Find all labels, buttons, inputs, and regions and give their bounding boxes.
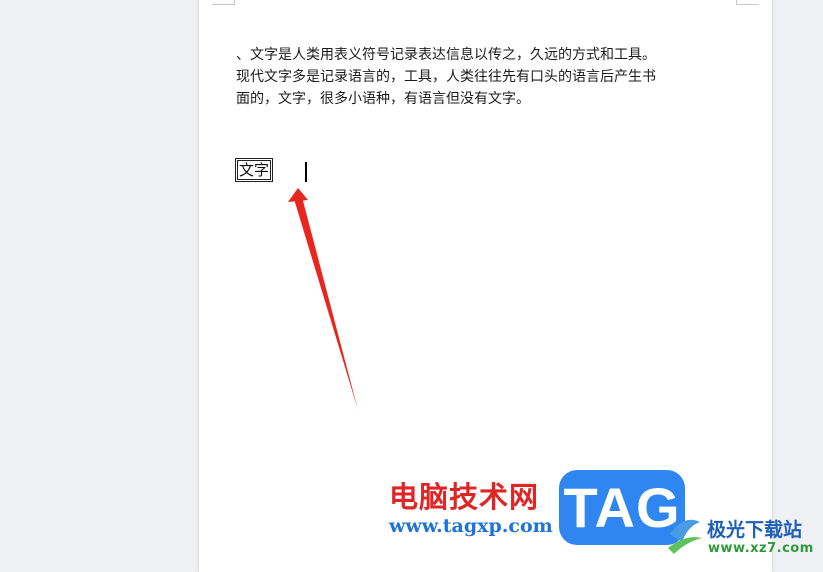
watermark-site-name: 极光下载站: [707, 519, 803, 541]
paragraph-line: 现代文字多是记录语言的，工具，人类往往先有口头的语言后产生书: [236, 69, 656, 85]
top-right-margin-marker: [736, 0, 759, 5]
watermark-site-url: www.xz7.com: [708, 541, 814, 556]
paragraph-line: 、文字是人类用表义符号记录表达信息以传之，久远的方式和工具。: [236, 47, 656, 63]
watermark-url: www.tagxp.com: [389, 515, 553, 537]
enclosed-characters-text: 文字: [237, 160, 272, 180]
aurora-logo-icon: [668, 519, 702, 554]
watermark-brand: 电脑技术网: [389, 480, 540, 514]
paragraph-line: 面的，文字，很多小语种，有语言但没有文字。: [236, 91, 530, 107]
top-left-margin-marker: [212, 0, 235, 5]
enclosed-characters-box[interactable]: 文字: [235, 158, 274, 182]
text-cursor: [305, 162, 307, 182]
body-paragraph[interactable]: 、文字是人类用表义符号记录表达信息以传之，久远的方式和工具。 现代文字多是记录语…: [236, 44, 736, 110]
